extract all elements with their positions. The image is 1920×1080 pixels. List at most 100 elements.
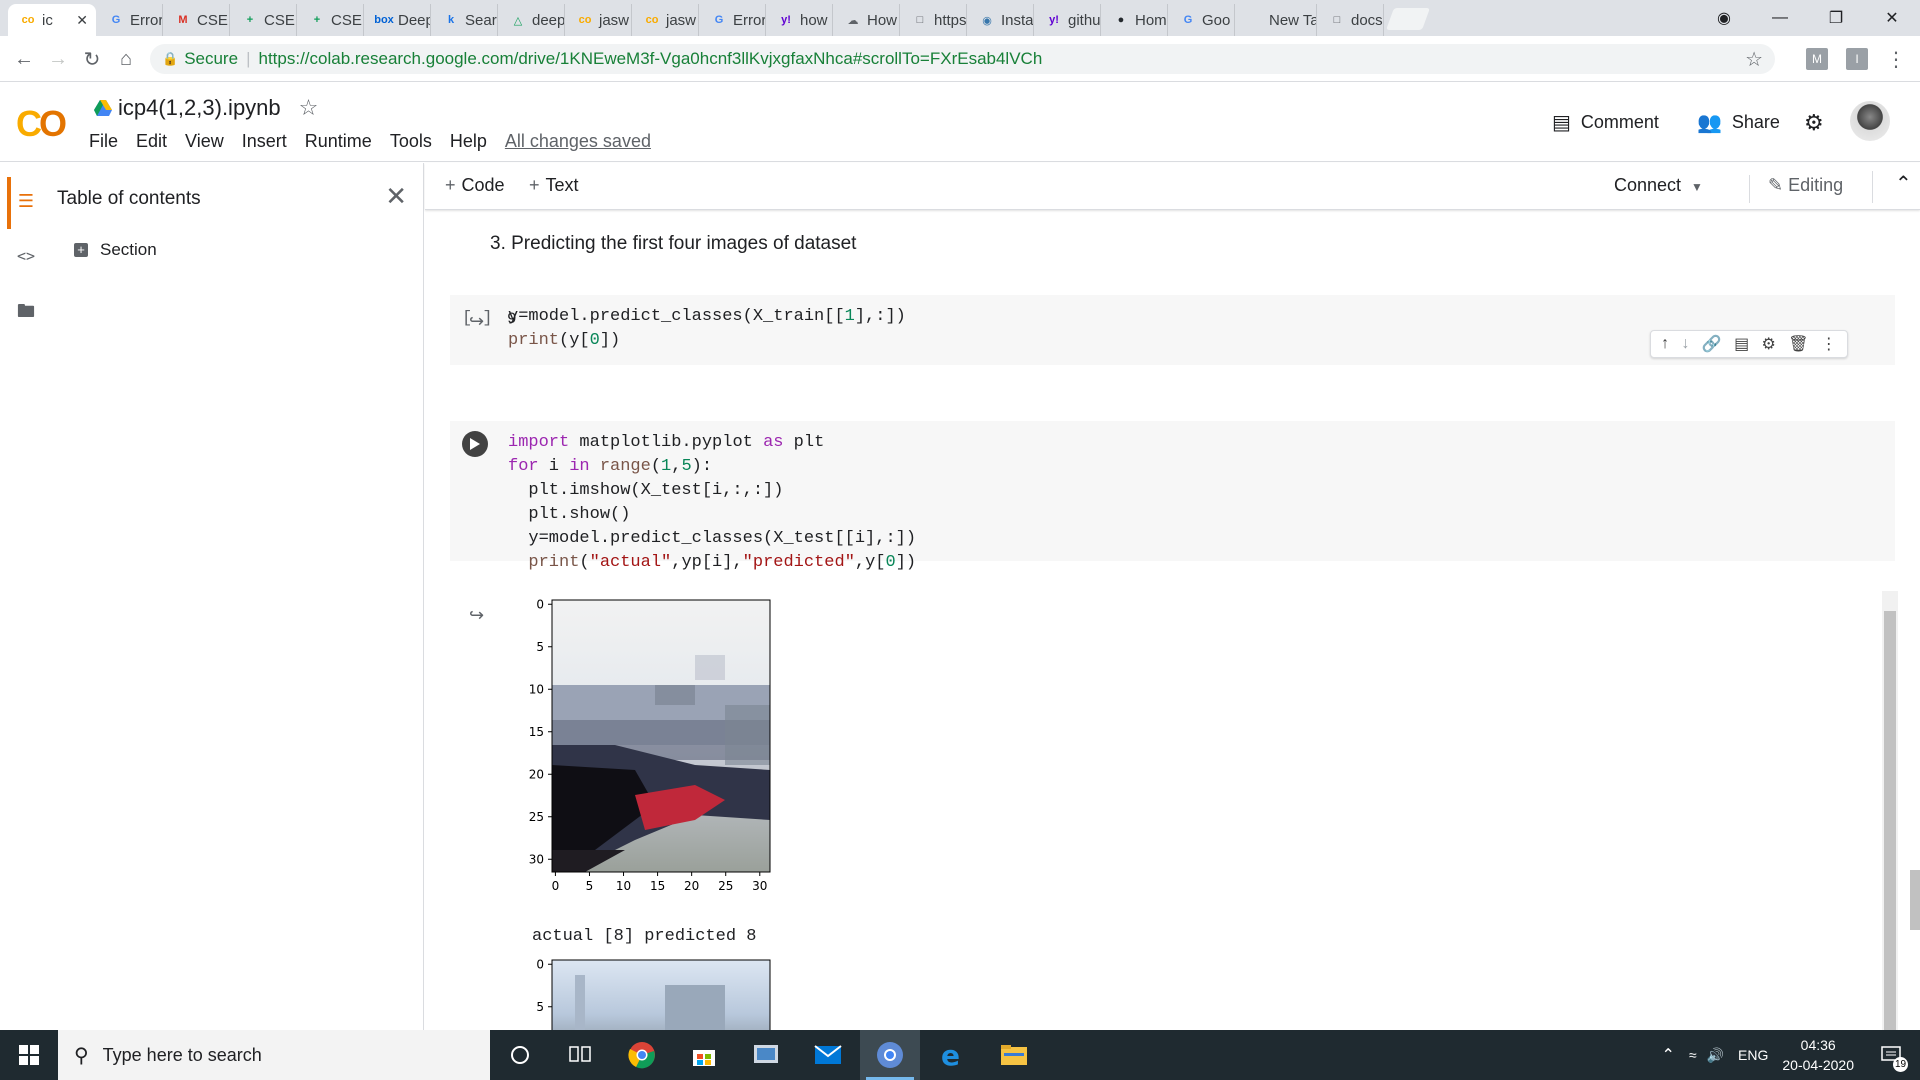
cortana-icon[interactable] <box>490 1030 550 1080</box>
main-scrollbar-thumb[interactable] <box>1910 870 1920 930</box>
profile-icon[interactable]: ◉ <box>1696 8 1752 28</box>
share-button[interactable]: 👥 Share <box>1697 110 1780 135</box>
code-cell-2-source[interactable]: import matplotlib.pyplot as plt for i in… <box>508 431 916 575</box>
toc-item-section[interactable]: + Section <box>74 240 157 260</box>
extension-m-icon[interactable]: M <box>1806 48 1828 70</box>
browser-tab[interactable]: G Goo <box>1168 4 1235 36</box>
browser-tab[interactable]: y! how <box>766 4 833 36</box>
bookmark-star-icon[interactable]: ☆ <box>1745 47 1763 72</box>
browser-tab[interactable]: k Sear <box>431 4 498 36</box>
extension-i-icon[interactable]: I <box>1846 48 1868 70</box>
tab-close-icon[interactable]: ✕ <box>76 12 88 29</box>
browser-tab[interactable]: M CSEE <box>163 4 230 36</box>
back-button[interactable]: ← <box>10 45 38 73</box>
tab-favicon-icon <box>1247 12 1263 28</box>
colab-logo[interactable]: CO <box>16 103 67 145</box>
menu-view[interactable]: View <box>185 131 224 152</box>
menu-runtime[interactable]: Runtime <box>305 131 372 152</box>
more-options-icon[interactable]: ⋮ <box>1821 334 1837 354</box>
menu-help[interactable]: Help <box>450 131 487 152</box>
minimize-button[interactable]: — <box>1752 9 1808 27</box>
menu-insert[interactable]: Insert <box>242 131 287 152</box>
browser-tab[interactable]: y! githu <box>1034 4 1101 36</box>
text-cell-heading[interactable]: 3. Predicting the first four images of d… <box>490 233 856 255</box>
delete-trash-icon[interactable]: 🗑 <box>1788 334 1808 354</box>
browser-tab[interactable]: + CSEE <box>230 4 297 36</box>
new-tab-button[interactable] <box>1385 8 1431 30</box>
reload-button[interactable]: ↻ <box>78 45 106 73</box>
browser-tab[interactable]: + CSEE <box>297 4 364 36</box>
comment-button[interactable]: ▤ Comment <box>1552 110 1659 135</box>
browser-tab[interactable]: □ docs <box>1317 4 1384 36</box>
menu-edit[interactable]: Edit <box>136 131 167 152</box>
browser-tab[interactable]: G Error <box>96 4 163 36</box>
star-icon[interactable]: ☆ <box>299 95 319 121</box>
browser-tab[interactable]: △ deep <box>498 4 565 36</box>
browser-tab[interactable]: G Error <box>699 4 766 36</box>
expand-plus-icon[interactable]: + <box>74 243 88 257</box>
notebook-title[interactable]: icp4(1,2,3).ipynb <box>118 95 281 121</box>
y-tick-label: 0 <box>536 597 544 611</box>
menu-tools[interactable]: Tools <box>390 131 432 152</box>
code-cell-2[interactable]: import matplotlib.pyplot as plt for i in… <box>450 421 1895 572</box>
restore-button[interactable]: ❐ <box>1808 8 1864 28</box>
settings-gear-icon[interactable]: ⚙ <box>1804 110 1824 136</box>
comment-cell-icon[interactable]: ▤ <box>1734 334 1749 354</box>
x-tick-label: 10 <box>616 879 631 893</box>
browser-tab[interactable]: ◉ Insta <box>967 4 1034 36</box>
link-icon[interactable]: 🔗 <box>1702 334 1722 354</box>
dropdown-arrow-icon[interactable]: ▼ <box>1691 180 1703 194</box>
browser-tab[interactable]: box Deep <box>364 4 431 36</box>
cell-settings-gear-icon[interactable]: ⚙ <box>1762 334 1776 354</box>
chrome-active-taskbar-icon[interactable] <box>860 1030 920 1080</box>
browser-tab[interactable]: co ic ✕ <box>8 4 96 36</box>
add-text-button[interactable]: + Text <box>529 175 579 196</box>
store-icon[interactable] <box>674 1030 734 1080</box>
action-center-icon[interactable]: 19 <box>1876 1040 1908 1072</box>
menu-file[interactable]: File <box>89 131 118 152</box>
task-view-icon[interactable] <box>550 1030 610 1080</box>
connect-button[interactable]: Connect ▼ <box>1614 175 1703 196</box>
edge-icon[interactable]: e <box>922 1030 982 1080</box>
output-scrollbar[interactable] <box>1882 591 1898 1030</box>
code-snippets-icon[interactable]: <> <box>8 238 44 274</box>
clock[interactable]: 04:36 20-04-2020 <box>1782 1035 1854 1075</box>
add-code-button[interactable]: + Code <box>445 175 505 196</box>
save-status[interactable]: All changes saved <box>505 131 651 152</box>
close-icon[interactable]: ✕ <box>385 181 407 212</box>
windows-start-button[interactable] <box>0 1030 58 1080</box>
volume-icon[interactable]: 🔊 <box>1707 1047 1724 1064</box>
forward-button[interactable]: → <box>44 45 72 73</box>
browser-tab[interactable]: co jasw <box>565 4 632 36</box>
show-hidden-icons-chevron-icon[interactable]: ⌃ <box>1662 1045 1675 1065</box>
browser-tab[interactable]: □ https <box>900 4 967 36</box>
toc-list-icon[interactable]: ☰ <box>8 183 44 219</box>
output-scrollbar-thumb[interactable] <box>1884 611 1896 1030</box>
browser-tab[interactable]: ☁ How <box>833 4 900 36</box>
move-up-icon[interactable]: ↑ <box>1661 335 1669 353</box>
photos-app-icon[interactable] <box>736 1030 796 1080</box>
chrome-menu-icon[interactable]: ⋮ <box>1882 45 1910 73</box>
browser-tab[interactable]: ● Hom <box>1101 4 1168 36</box>
mail-icon[interactable] <box>798 1030 858 1080</box>
run-cell-button[interactable] <box>462 431 488 457</box>
wifi-icon[interactable]: ≈ <box>1689 1047 1697 1063</box>
browser-tab[interactable]: New Tab <box>1235 4 1317 36</box>
language-indicator[interactable]: ENG <box>1738 1047 1768 1063</box>
home-button[interactable]: ⌂ <box>112 45 140 73</box>
tab-favicon-icon: co <box>578 14 592 26</box>
taskbar-search-input[interactable]: ⚲ Type here to search <box>58 1030 490 1080</box>
cell-1-output: 9 <box>507 310 517 328</box>
file-explorer-icon[interactable] <box>984 1030 1044 1080</box>
files-folder-icon[interactable]: 🖿 <box>8 296 44 332</box>
close-window-button[interactable]: ✕ <box>1864 8 1920 28</box>
url-bar[interactable]: 🔒 Secure | https://colab.research.google… <box>150 44 1775 74</box>
editing-mode-button[interactable]: ✎ Editing <box>1749 175 1843 203</box>
user-avatar[interactable] <box>1850 101 1890 141</box>
chrome-taskbar-icon[interactable] <box>612 1030 672 1080</box>
browser-tab[interactable]: co jasw <box>632 4 699 36</box>
plot-canvas-2: 0510 <box>536 957 771 1030</box>
code-cell-1-source[interactable]: y=model.predict_classes(X_train[[1],:]) … <box>508 305 906 353</box>
move-down-icon[interactable]: ↓ <box>1681 335 1689 353</box>
collapse-header-icon[interactable]: ⌃ <box>1872 171 1912 203</box>
